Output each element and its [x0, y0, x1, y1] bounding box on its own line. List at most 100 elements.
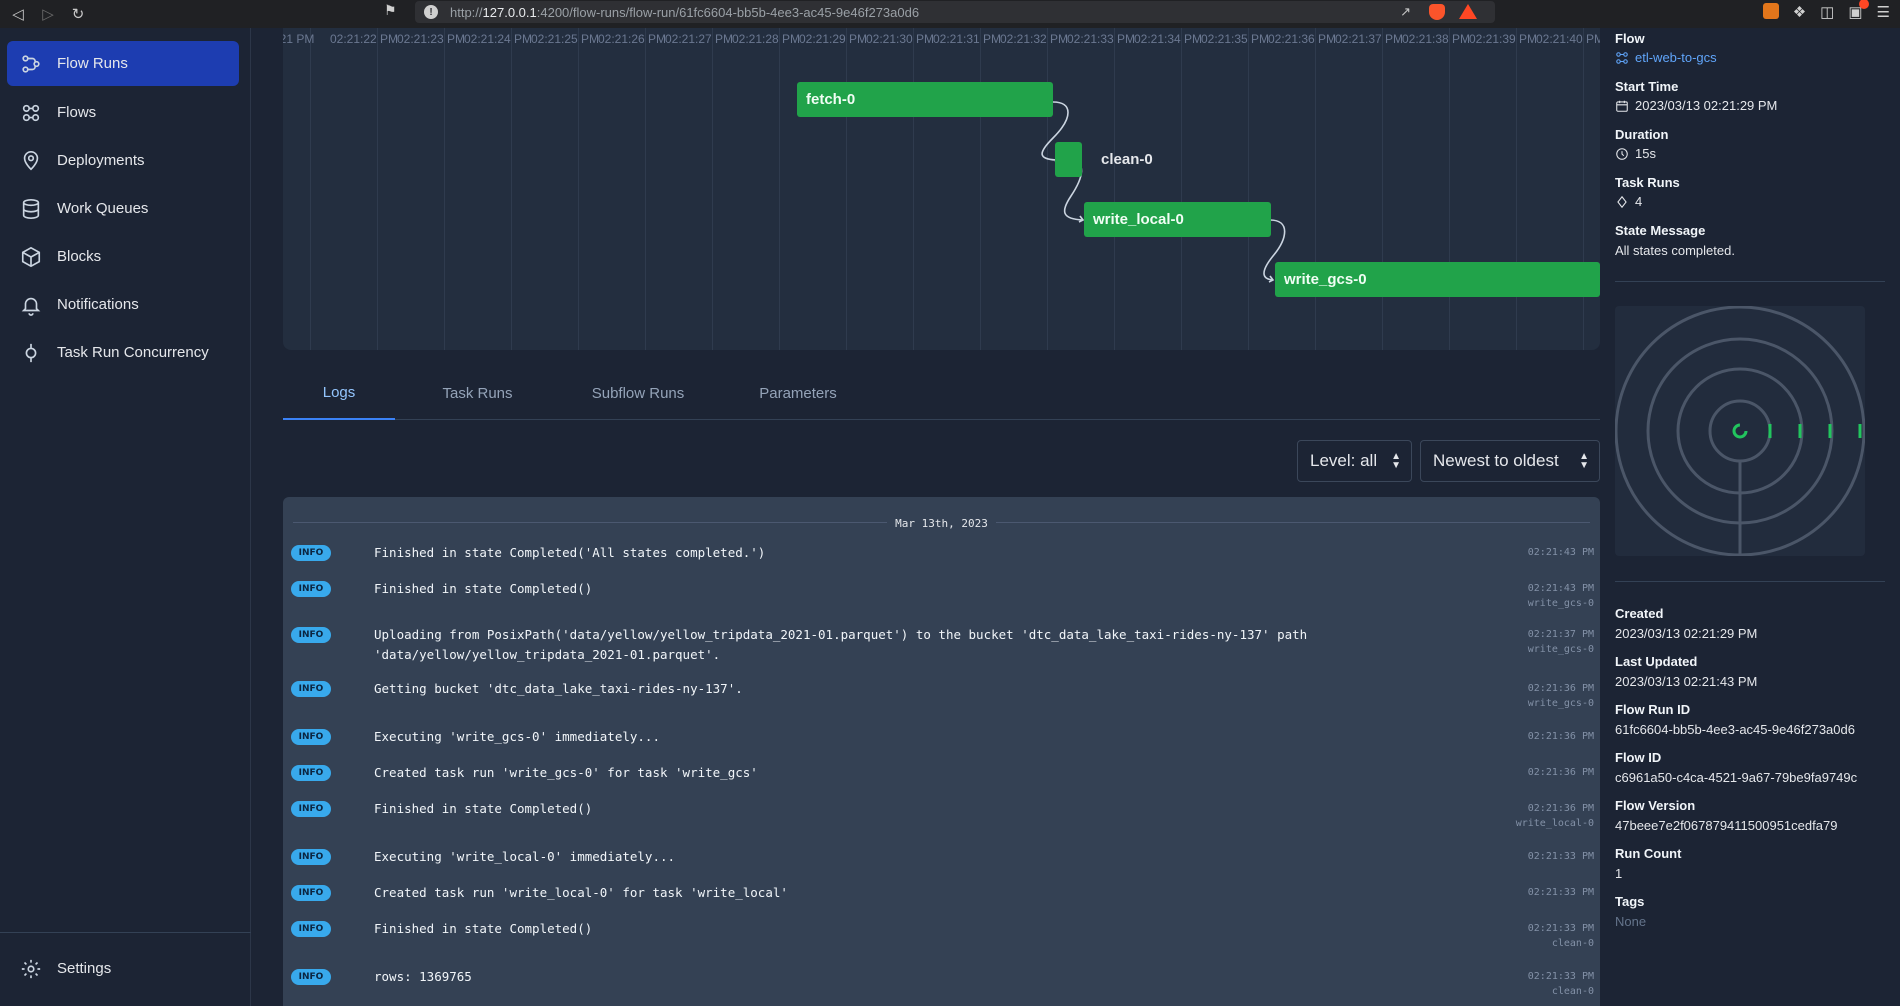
run-count-value: 1	[1615, 866, 1623, 881]
flow-run-id-label: Flow Run ID	[1615, 702, 1691, 717]
log-message: Finished in state Completed('All states …	[374, 545, 766, 560]
metamask-icon[interactable]	[1762, 3, 1779, 19]
task-bar-write-local[interactable]: write_local-0	[1084, 202, 1271, 237]
log-task-name[interactable]: clean-0	[1528, 936, 1594, 951]
sidebar-item-deployments[interactable]: Deployments	[7, 138, 239, 183]
log-time: 02:21:33 PM	[1527, 851, 1594, 862]
clock-icon	[1615, 147, 1629, 161]
last-updated-label: Last Updated	[1615, 654, 1698, 669]
log-level-badge: INFO	[291, 969, 331, 985]
log-time: 02:21:33 PM	[1527, 923, 1594, 934]
tab-subflow-runs[interactable]: Subflow Runs	[563, 366, 713, 420]
site-info-icon[interactable]: !	[424, 5, 438, 19]
log-timestamp: 02:21:33 PM clean-0	[1528, 921, 1594, 951]
log-level-badge: INFO	[291, 627, 331, 643]
brave-shields-icon[interactable]	[1429, 4, 1445, 20]
log-task-name[interactable]: write_local-0	[1516, 816, 1594, 831]
sidebar-item-settings[interactable]: Settings	[7, 946, 239, 991]
log-message: Getting bucket 'dtc_data_lake_taxi-rides…	[374, 681, 743, 696]
log-task-name[interactable]: write_gcs-0	[1528, 596, 1594, 611]
url-text[interactable]: http://127.0.0.1:4200/flow-runs/flow-run…	[450, 5, 919, 20]
log-message: Executing 'write_gcs-0' immediately...	[374, 729, 660, 744]
extension-icons: ❖ ◫ ▣ ☰	[1762, 0, 1890, 21]
log-timestamp: 02:21:36 PM write_local-0	[1516, 801, 1594, 831]
log-level-select[interactable]: Level: all ▲ ▼	[1297, 440, 1412, 482]
log-time: 02:21:43 PM	[1527, 547, 1594, 558]
gear-icon	[20, 958, 42, 980]
sidebar-item-label: Work Queues	[57, 200, 149, 217]
start-time-value: 2023/03/13 02:21:29 PM	[1615, 98, 1777, 113]
flow-id-value: c6961a50-c4ca-4521-9a67-79be9fa9749c	[1615, 770, 1858, 785]
flow-runs-icon	[20, 53, 42, 75]
flow-version-value: 47beee7e2f067879411500951cedfa79	[1615, 818, 1838, 833]
duration-value: 15s	[1615, 146, 1656, 161]
log-message: Finished in state Completed()	[374, 921, 593, 936]
task-bar-fetch[interactable]: fetch-0	[797, 82, 1053, 117]
log-time: 02:21:36 PM	[1527, 731, 1594, 742]
calendar-icon	[1615, 99, 1629, 113]
sidebar-item-label: Flow Runs	[57, 55, 128, 72]
tab-task-runs[interactable]: Task Runs	[415, 366, 540, 420]
tags-value: None	[1615, 914, 1647, 929]
bookmark-icon[interactable]: ⚑	[384, 2, 397, 19]
browser-toolbar: ◁ ▷ ↻ ⚑ ! http://127.0.0.1:4200/flow-run…	[0, 0, 1900, 28]
concurrency-icon	[20, 342, 42, 364]
sidebar-item-flow-runs[interactable]: Flow Runs	[7, 41, 239, 86]
sidebar-item-label: Task Run Concurrency	[57, 344, 209, 361]
log-timestamp: 02:21:36 PM write_gcs-0	[1528, 681, 1594, 711]
log-message: rows: 1369765	[374, 969, 472, 984]
sidebar-item-task-run-concurrency[interactable]: Task Run Concurrency	[7, 330, 239, 375]
log-time: 02:21:37 PM	[1527, 629, 1594, 640]
wallet-icon[interactable]: ▣	[1848, 0, 1869, 21]
sidebar-item-work-queues[interactable]: Work Queues	[7, 186, 239, 231]
menu-icon[interactable]: ☰	[1877, 3, 1890, 21]
log-task-name[interactable]: clean-0	[1528, 984, 1594, 999]
sidebar-divider	[0, 932, 251, 933]
reload-icon[interactable]: ↻	[66, 2, 90, 26]
log-level-value: Level: all	[1310, 451, 1378, 470]
run-radar-chart[interactable]	[1614, 305, 1866, 557]
task-bar-write-gcs[interactable]: write_gcs-0	[1275, 262, 1600, 297]
details-divider	[1615, 581, 1885, 582]
log-level-badge: INFO	[291, 681, 331, 697]
log-time: 02:21:36 PM	[1527, 803, 1594, 814]
sidebar-item-label: Notifications	[57, 296, 139, 313]
flow-link[interactable]: etl-web-to-gcs	[1615, 50, 1717, 65]
tab-parameters[interactable]: Parameters	[733, 366, 863, 420]
logs-panel[interactable]: Mar 13th, 2023 INFO Finished in state Com…	[283, 497, 1600, 1006]
cube-icon	[20, 246, 42, 268]
log-message: Created task run 'write_gcs-0' for task …	[374, 765, 758, 780]
back-icon[interactable]: ◁	[6, 2, 30, 26]
sidebar-item-label: Flows	[57, 104, 97, 121]
log-message: Finished in state Completed()	[374, 801, 593, 816]
log-date: Mar 13th, 2023	[283, 514, 1600, 532]
state-message-label: State Message	[1615, 223, 1706, 238]
log-level-badge: INFO	[291, 545, 331, 561]
task-bar-label: fetch-0	[806, 91, 856, 108]
log-task-name[interactable]: write_gcs-0	[1528, 642, 1594, 657]
log-level-badge: INFO	[291, 729, 331, 745]
share-icon[interactable]: ↗	[1400, 4, 1411, 20]
flow-name: etl-web-to-gcs	[1635, 50, 1717, 65]
sidebar-item-notifications[interactable]: Notifications	[7, 282, 239, 327]
flow-run-details: Flow etl-web-to-gcs Start Time 2023/03/1…	[1614, 28, 1900, 1006]
flow-id-label: Flow ID	[1615, 750, 1662, 765]
sidebar-toggle-icon[interactable]: ◫	[1820, 3, 1834, 21]
forward-icon[interactable]: ▷	[36, 2, 60, 26]
flows-icon	[20, 102, 42, 124]
database-icon	[20, 198, 42, 220]
tags-label: Tags	[1615, 894, 1645, 909]
task-runs-label: Task Runs	[1615, 175, 1680, 190]
tab-logs[interactable]: Logs	[283, 366, 395, 420]
flow-run-timeline[interactable]: 02:21 PM02:21:22 PM02:21:23 PM02:21:24 P…	[283, 28, 1600, 350]
address-bar[interactable]: ! http://127.0.0.1:4200/flow-runs/flow-r…	[415, 1, 1495, 23]
log-task-name[interactable]: write_gcs-0	[1528, 696, 1594, 711]
brave-rewards-icon[interactable]	[1459, 4, 1477, 19]
task-run-icon	[1615, 195, 1629, 209]
state-message-value: All states completed.	[1615, 243, 1735, 258]
task-bar-clean[interactable]	[1055, 142, 1082, 177]
log-order-select[interactable]: Newest to oldest ▲ ▼	[1420, 440, 1600, 482]
sidebar-item-flows[interactable]: Flows	[7, 90, 239, 135]
sidebar-item-blocks[interactable]: Blocks	[7, 234, 239, 279]
extensions-icon[interactable]: ❖	[1793, 3, 1806, 21]
